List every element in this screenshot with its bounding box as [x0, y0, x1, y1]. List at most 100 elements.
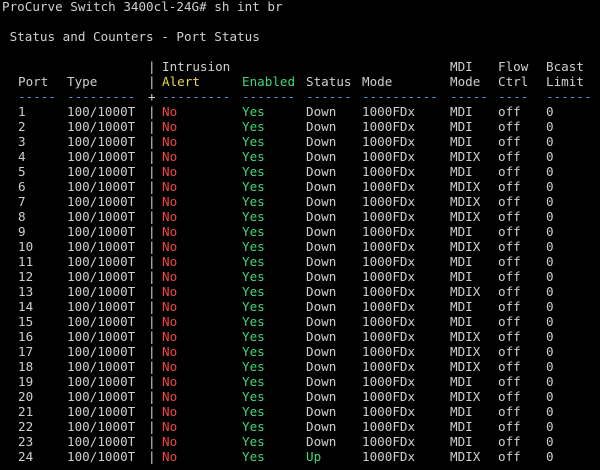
bcast-limit-cell: 0 [546, 389, 554, 404]
enabled-cell: Yes [242, 434, 265, 449]
status-cell: Down [306, 194, 337, 209]
header-intrusion: Intrusion [162, 59, 231, 74]
mdi-mode-cell: MDI [450, 224, 473, 239]
mode-cell: 1000FDx [362, 239, 416, 254]
column-divider: | [148, 269, 156, 284]
column-divider: | [148, 404, 156, 419]
intrusion-alert-cell: No [162, 179, 178, 194]
status-cell: Down [306, 119, 337, 134]
flow-ctrl-cell: off [498, 254, 521, 269]
prompt-text: ProCurve Switch 3400cl-24G# sh int br [2, 0, 283, 14]
intrusion-alert-cell: No [162, 104, 178, 119]
port-number-cell: 11 [18, 254, 34, 269]
column-divider: | [148, 359, 156, 374]
mdi-mode-cell: MDIX [450, 149, 481, 164]
intrusion-alert-cell: No [162, 359, 178, 374]
bcast-limit-cell: 0 [546, 314, 554, 329]
enabled-cell: Yes [242, 314, 265, 329]
bcast-limit-cell: 0 [546, 299, 554, 314]
flow-ctrl-cell: off [498, 209, 521, 224]
separator-port: ----- [18, 89, 56, 104]
mdi-mode-cell: MDI [450, 164, 473, 179]
header-enabled: Enabled [242, 74, 296, 89]
port-type-cell: 100/1000T [67, 419, 136, 434]
flow-ctrl-cell: off [498, 284, 521, 299]
port-type-cell: 100/1000T [67, 329, 136, 344]
mode-cell: 1000FDx [362, 224, 416, 239]
flow-ctrl-cell: off [498, 404, 521, 419]
mdi-mode-cell: MDIX [450, 329, 481, 344]
status-cell: Down [306, 224, 337, 239]
port-type-cell: 100/1000T [67, 239, 136, 254]
port-type-cell: 100/1000T [67, 254, 136, 269]
mode-cell: 1000FDx [362, 359, 416, 374]
flow-ctrl-cell: off [498, 359, 521, 374]
port-type-cell: 100/1000T [67, 149, 136, 164]
mdi-mode-cell: MDI [450, 419, 473, 434]
bcast-limit-cell: 0 [546, 254, 554, 269]
column-divider: | [148, 179, 156, 194]
flow-ctrl-cell: off [498, 104, 521, 119]
mode-cell: 1000FDx [362, 134, 416, 149]
port-number-cell: 18 [18, 359, 34, 374]
flow-ctrl-cell: off [498, 374, 521, 389]
terminal-window[interactable]: ProCurve Switch 3400cl-24G# sh int br St… [0, 0, 600, 470]
mdi-mode-cell: MDIX [450, 209, 481, 224]
port-number-cell: 12 [18, 269, 34, 284]
status-cell: Down [306, 239, 337, 254]
status-cell: Down [306, 269, 337, 284]
bcast-limit-cell: 0 [546, 179, 554, 194]
status-cell: Up [306, 449, 322, 464]
column-divider: | [148, 449, 156, 464]
enabled-cell: Yes [242, 284, 265, 299]
port-type-cell: 100/1000T [67, 359, 136, 374]
flow-ctrl-cell: off [498, 149, 521, 164]
port-number-cell: 6 [18, 179, 26, 194]
flow-ctrl-cell: off [498, 269, 521, 284]
status-cell: Down [306, 299, 337, 314]
port-number-cell: 10 [18, 239, 34, 254]
column-divider: | [148, 164, 156, 179]
port-type-cell: 100/1000T [67, 404, 136, 419]
port-type-cell: 100/1000T [67, 209, 136, 224]
port-type-cell: 100/1000T [67, 299, 136, 314]
mode-cell: 1000FDx [362, 164, 416, 179]
port-type-cell: 100/1000T [67, 449, 136, 464]
status-cell: Down [306, 209, 337, 224]
mode-cell: 1000FDx [362, 434, 416, 449]
port-type-cell: 100/1000T [67, 119, 136, 134]
port-type-cell: 100/1000T [67, 179, 136, 194]
separator-status: ------ [306, 89, 352, 104]
flow-ctrl-cell: off [498, 314, 521, 329]
column-divider: | [148, 134, 156, 149]
port-number-cell: 3 [18, 134, 26, 149]
mdi-mode-cell: MDI [450, 374, 473, 389]
separator-mdi: ----- [450, 89, 488, 104]
enabled-cell: Yes [242, 164, 265, 179]
separator-alert: --------- [162, 89, 231, 104]
port-number-cell: 1 [18, 104, 26, 119]
intrusion-alert-cell: No [162, 389, 178, 404]
mdi-mode-cell: MDI [450, 254, 473, 269]
separator-bcast: ------ [546, 89, 592, 104]
flow-ctrl-cell: off [498, 239, 521, 254]
flow-ctrl-cell: off [498, 119, 521, 134]
intrusion-alert-cell: No [162, 224, 178, 239]
intrusion-alert-cell: No [162, 254, 178, 269]
port-number-cell: 21 [18, 404, 34, 419]
port-number-cell: 5 [18, 164, 26, 179]
port-number-cell: 9 [18, 224, 26, 239]
mdi-mode-cell: MDI [450, 434, 473, 449]
port-type-cell: 100/1000T [67, 374, 136, 389]
status-cell: Down [306, 434, 337, 449]
separator-enabled: ------- [242, 89, 296, 104]
mode-cell: 1000FDx [362, 269, 416, 284]
status-cell: Down [306, 359, 337, 374]
port-number-cell: 14 [18, 299, 34, 314]
status-cell: Down [306, 179, 337, 194]
separator-plus: + [148, 89, 156, 104]
mode-cell: 1000FDx [362, 179, 416, 194]
enabled-cell: Yes [242, 359, 265, 374]
bcast-limit-cell: 0 [546, 119, 554, 134]
column-divider: | [148, 194, 156, 209]
